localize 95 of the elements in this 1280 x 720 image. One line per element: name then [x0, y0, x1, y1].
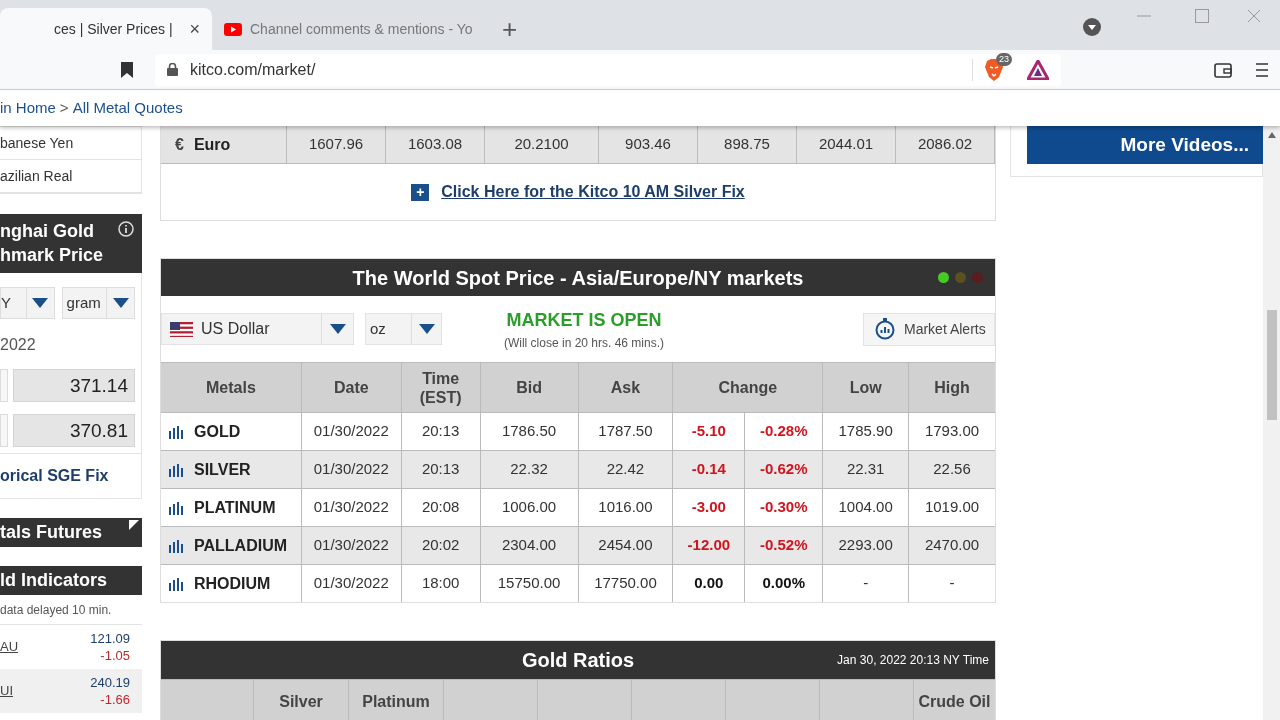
table-cell: 01/30/2022 — [301, 565, 402, 602]
caret-icon — [418, 324, 435, 334]
lock-icon — [167, 63, 178, 76]
unit-select[interactable]: gram — [61, 287, 135, 319]
metal-name[interactable]: RHODIUM — [194, 571, 271, 596]
browser-tab[interactable]: Channel comments & mentions - Yo — [212, 8, 482, 50]
input-field[interactable] — [0, 369, 8, 402]
bar-chart-icon — [168, 424, 184, 439]
scrollbar-thumb[interactable] — [1266, 310, 1277, 420]
plus-icon: + — [411, 183, 430, 201]
panel-title: tals Futures — [0, 521, 103, 544]
change-cell: 0.00 — [673, 565, 746, 602]
play-icon — [224, 22, 242, 36]
flag-icon — [170, 321, 193, 337]
currency-symbol: € — [175, 134, 184, 155]
currency-item[interactable]: azilian Real — [0, 160, 141, 193]
index-change: -1.66 — [100, 691, 130, 708]
change-percent-cell: 0.00% — [745, 565, 824, 602]
market-status: MARKET IS OPEN — [506, 308, 662, 332]
price-cell: 903.46 — [599, 126, 698, 163]
metal-name[interactable]: SILVER — [194, 457, 251, 482]
fix-link[interactable]: Click Here for the Kitco 10 AM Silver Fix — [441, 180, 745, 204]
price-field: 370.81 — [13, 414, 135, 447]
column-header: Silver — [254, 680, 349, 720]
index-link[interactable]: AU — [0, 637, 19, 657]
market-alerts-button[interactable]: Market Alerts — [863, 312, 995, 346]
breadcrumb-separator: > — [59, 97, 69, 118]
menu-icon[interactable] — [1256, 61, 1268, 78]
currency-name: Euro — [193, 134, 231, 155]
fix-date: 2022 — [0, 335, 37, 355]
table-cell-text: 2470.00 — [923, 535, 981, 556]
table-cell: - — [823, 565, 910, 602]
bar-chart-icon — [168, 462, 184, 477]
price-cell: 898.75 — [698, 126, 797, 163]
panel-title: The World Spot Price - Asia/Europe/NY markets — [352, 265, 804, 291]
panel-title: nghai Gold — [0, 220, 95, 243]
price-cell: 1603.08 — [386, 126, 485, 163]
table-cell-text: 1019.00 — [923, 497, 981, 518]
url-text: kitco.com/market/ — [190, 59, 317, 80]
column-header: Crude Oil — [917, 692, 992, 712]
table-cell-text: 22.56 — [932, 459, 972, 480]
metal-name[interactable]: PLATINUM — [194, 495, 276, 520]
table-cell: 18:00 — [401, 565, 481, 602]
history-link[interactable]: orical SGE Fix — [0, 464, 109, 488]
index-value: 121.09 — [90, 630, 130, 647]
bar-chart-icon — [168, 538, 184, 553]
stopwatch-icon — [875, 318, 895, 340]
index-value: 240.19 — [90, 674, 130, 691]
panel-title: ld Indicators — [0, 569, 107, 592]
more-videos-button[interactable]: More Videos... — [1027, 126, 1264, 164]
price-cell: 2044.01 — [797, 126, 896, 163]
panel-title: Gold Ratios — [521, 648, 635, 673]
close-icon[interactable]: × — [189, 15, 200, 43]
address-field[interactable]: kitco.com/market/ 23 — [155, 53, 1061, 86]
panel-title: hmark Price — [0, 244, 104, 267]
bar-chart-icon — [168, 576, 184, 591]
unit-select[interactable]: oz — [365, 313, 442, 345]
ratio-timestamp: Jan 30, 2022 20:13 NY Time — [837, 652, 989, 669]
price-cell: 20.2100 — [485, 126, 599, 163]
price-cell: 2086.02 — [896, 126, 995, 163]
index-change: -1.05 — [100, 647, 130, 664]
tab-title: ces | Silver Prices | — [54, 19, 174, 39]
column-header: High — [933, 378, 971, 398]
caret-icon — [112, 298, 129, 308]
currency-select[interactable]: US Dollar — [161, 313, 354, 345]
price-cell: 1607.96 — [287, 126, 386, 163]
bar-chart-icon — [168, 500, 184, 515]
breadcrumb-link[interactable]: All Metal Quotes — [72, 96, 183, 120]
input-field[interactable] — [0, 414, 8, 447]
shield-badge: 23 — [996, 52, 1012, 66]
wallet-icon[interactable] — [1214, 61, 1232, 78]
info-icon[interactable] — [118, 221, 134, 237]
column-header: Platinum — [349, 680, 444, 720]
caret-icon — [32, 298, 49, 308]
table-cell-text: 1793.00 — [923, 421, 981, 442]
index-link[interactable]: UI — [0, 681, 13, 701]
metal-name[interactable]: GOLD — [194, 419, 241, 444]
dropdown-icon[interactable] — [1083, 18, 1101, 36]
price-field: 371.14 — [13, 369, 135, 402]
triangle-icon[interactable] — [1027, 59, 1049, 80]
currency-select[interactable]: Y — [0, 287, 55, 319]
browser-tab[interactable]: ces | Silver Prices | × — [0, 8, 212, 50]
table-cell: 17750.00 — [578, 565, 674, 602]
scroll-up-icon[interactable] — [1267, 132, 1276, 138]
caret-icon — [329, 324, 346, 334]
currency-item[interactable]: banese Yen — [0, 127, 141, 160]
market-close-note: (Will close in 20 hrs. 46 mins.) — [503, 334, 664, 352]
new-tab-button[interactable]: + — [502, 16, 518, 42]
breadcrumb-link[interactable]: in Home — [0, 96, 56, 120]
metal-name[interactable]: PALLADIUM — [194, 533, 288, 558]
table-cell: 15750.00 — [480, 565, 579, 602]
table-cell-text: - — [948, 573, 956, 594]
bookmark-icon[interactable] — [121, 61, 133, 78]
tab-title: Channel comments & mentions - Yo — [250, 19, 473, 39]
corner-triangle-icon — [129, 520, 139, 530]
